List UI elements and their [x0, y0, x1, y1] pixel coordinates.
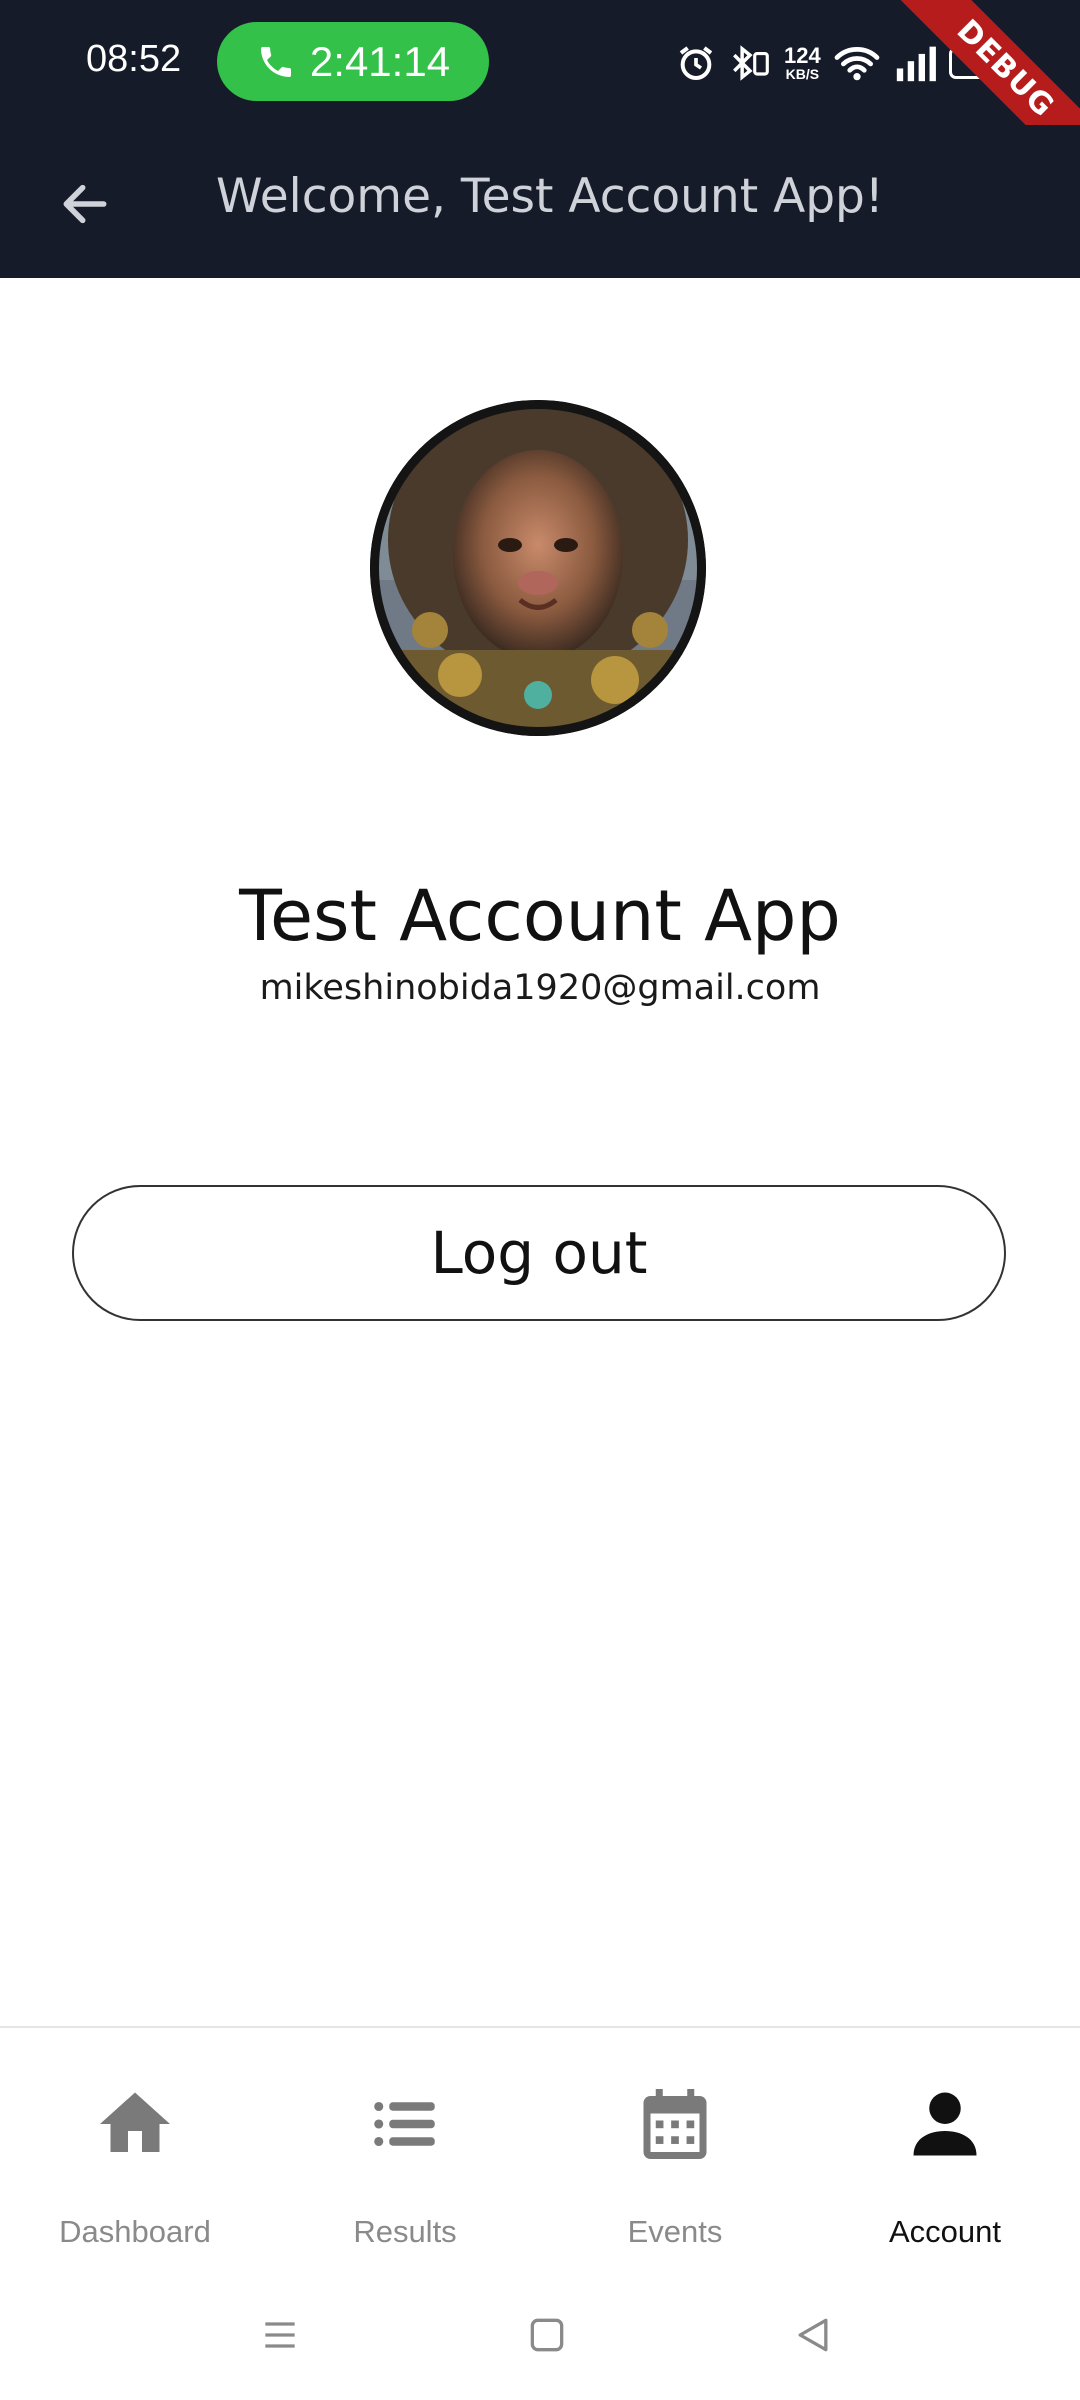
status-time: 08:52 [86, 38, 182, 80]
arrow-back-icon [63, 184, 107, 224]
nav-label: Events [627, 2214, 723, 2249]
signal-icon [896, 46, 936, 82]
nav-label: Results [353, 2214, 457, 2249]
system-back-button[interactable] [778, 2300, 848, 2370]
menu-icon [265, 2322, 295, 2348]
calendar-icon [643, 2089, 707, 2159]
system-home-button[interactable] [512, 2300, 582, 2370]
wifi-icon [834, 47, 880, 81]
bottom-nav-divider [0, 2026, 1080, 2028]
call-timer: 2:41:14 [309, 37, 451, 85]
nav-item-events[interactable]: Events [540, 2080, 810, 2270]
ongoing-call-pill[interactable]: 2:41:14 [217, 22, 489, 101]
app-bar: Welcome, Test Account App! [0, 125, 1080, 278]
nav-label: Account [888, 2214, 1001, 2249]
profile-email: mikeshinobida1920@gmail.com [259, 968, 821, 1008]
nav-label: Dashboard [59, 2214, 211, 2249]
avatar-image [370, 400, 706, 736]
nav-item-account[interactable]: Account [810, 2080, 1080, 2270]
home-square-icon [530, 2318, 564, 2352]
system-menu-button[interactable] [245, 2300, 315, 2370]
nav-item-results[interactable]: Results [270, 2080, 540, 2270]
profile-name: Test Account App [239, 875, 841, 957]
bluetooth-icon [733, 45, 769, 81]
avatar[interactable] [370, 400, 706, 736]
home-icon [100, 2092, 170, 2152]
list-icon [374, 2101, 435, 2147]
logout-button[interactable]: Log out [72, 1185, 1006, 1321]
phone-icon [260, 46, 291, 77]
status-bar: 08:52 2:41:14 124 KB/S DEBUG [0, 0, 1080, 190]
page-title: Welcome, Test Account App! [216, 169, 884, 224]
nav-item-dashboard[interactable]: Dashboard [0, 2080, 270, 2270]
person-icon [913, 2092, 977, 2156]
network-speed: 124 KB/S [784, 43, 821, 82]
alarm-icon [679, 46, 713, 80]
back-button[interactable] [50, 169, 120, 239]
back-triangle-icon [798, 2318, 828, 2352]
